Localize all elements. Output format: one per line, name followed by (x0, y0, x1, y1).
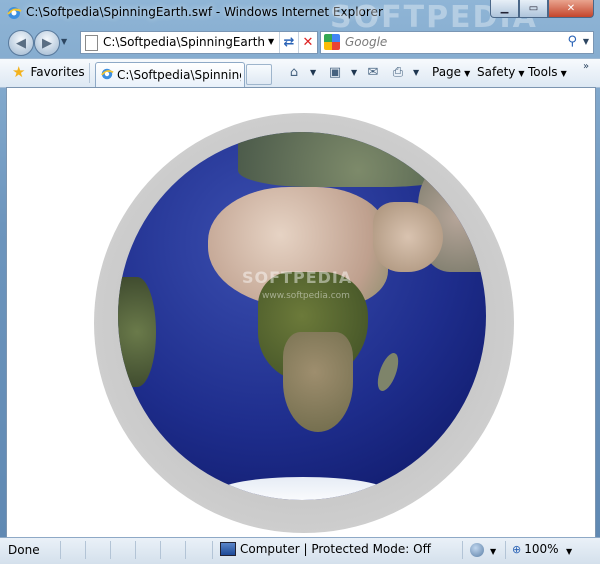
browser-window: C:\Softpedia\SpinningEarth.swf - Windows… (0, 0, 600, 564)
maximize-button[interactable]: ▭ (519, 0, 548, 18)
status-divider (135, 541, 136, 559)
page-menu[interactable]: Page ▼ (432, 65, 470, 79)
forward-button[interactable]: ▶ (34, 30, 60, 56)
feeds-icon[interactable]: ▣ (326, 63, 344, 81)
stop-icon: ✕ (302, 35, 314, 50)
zoom-dropdown-icon[interactable]: ▼ (566, 547, 572, 556)
back-arrow-icon: ◀ (16, 35, 26, 51)
ie-logo-icon (7, 7, 22, 19)
home-dropdown-icon[interactable]: ▼ (310, 68, 316, 77)
recent-pages-dropdown-icon[interactable]: ▼ (61, 37, 67, 46)
command-bar: ★ Favorites C:\Softpedia\SpinningE... ⌂ … (0, 58, 600, 88)
tab-label: C:\Softpedia\SpinningE... (117, 68, 241, 82)
zoom-magnifier-icon: ⊕ (512, 542, 522, 556)
navigation-bar: ◀ ▶ ▼ C:\Softpedia\SpinningEarth.swf ▼ ⇄… (0, 27, 600, 57)
south-america-landmass (118, 277, 156, 387)
status-divider (60, 541, 61, 559)
tools-menu-arrow-icon: ▼ (560, 69, 567, 78)
search-options-dropdown-icon[interactable]: ▼ (583, 37, 589, 46)
stop-button[interactable]: ✕ (298, 32, 317, 53)
zoom-level: 100% (524, 542, 559, 556)
tab-spinning-earth[interactable]: C:\Softpedia\SpinningE... (95, 62, 245, 87)
address-bar[interactable]: C:\Softpedia\SpinningEarth.swf ▼ ⇄ ✕ (80, 31, 318, 54)
forward-arrow-icon: ▶ (42, 35, 52, 51)
address-dropdown-icon[interactable]: ▼ (268, 37, 274, 46)
spinning-earth-animation[interactable] (118, 132, 486, 500)
status-divider (160, 541, 161, 559)
maximize-icon: ▭ (528, 3, 539, 14)
feeds-dropdown-icon[interactable]: ▼ (351, 68, 357, 77)
safety-menu-label: Safety (477, 65, 516, 79)
address-input[interactable]: C:\Softpedia\SpinningEarth.swf (103, 35, 265, 49)
close-icon: ✕ (566, 3, 576, 14)
page-menu-arrow-icon: ▼ (464, 69, 471, 78)
computer-icon (220, 542, 236, 556)
south-africa-landmass (283, 332, 353, 432)
madagascar-landmass (373, 350, 403, 394)
refresh-icon: ⇄ (283, 35, 295, 50)
security-zone-label: Computer | Protected Mode: Off (240, 542, 431, 556)
safety-menu[interactable]: Safety ▼ (477, 65, 525, 79)
close-button[interactable]: ✕ (548, 0, 594, 18)
status-divider (505, 541, 506, 559)
status-divider (110, 541, 111, 559)
refresh-button[interactable]: ⇄ (279, 32, 298, 53)
home-icon[interactable]: ⌂ (285, 63, 303, 81)
window-controls: ▁ ▭ ✕ (490, 0, 594, 18)
search-icon[interactable]: ⚲ (567, 34, 577, 49)
tools-menu[interactable]: Tools ▼ (528, 65, 567, 79)
status-divider (85, 541, 86, 559)
search-box[interactable]: Google ⚲ ▼ (320, 31, 594, 54)
antarctica-ice (218, 477, 388, 500)
status-divider (185, 541, 186, 559)
minimize-icon: ▁ (500, 3, 509, 14)
read-mail-icon[interactable]: ✉ (364, 63, 382, 81)
safety-menu-arrow-icon: ▼ (518, 69, 525, 78)
google-icon (324, 34, 340, 50)
status-divider (212, 541, 213, 559)
new-tab-button[interactable] (246, 64, 272, 85)
tools-menu-label: Tools (528, 65, 558, 79)
arabia-landmass (373, 202, 443, 272)
title-bar: C:\Softpedia\SpinningEarth.swf - Windows… (0, 0, 600, 35)
ie-tab-icon (101, 68, 114, 80)
print-icon[interactable]: ⎙ (389, 63, 407, 81)
content-watermark: SOFTPEDIA (242, 268, 353, 287)
page-content: SOFTPEDIA www.softpedia.com (6, 87, 596, 538)
content-watermark-url: www.softpedia.com (262, 291, 350, 301)
favorites-button[interactable]: ★ Favorites (6, 62, 91, 82)
security-zone[interactable]: Computer | Protected Mode: Off (220, 542, 431, 556)
page-menu-label: Page (432, 65, 462, 79)
globe-icon[interactable] (470, 543, 484, 557)
search-input[interactable]: Google (345, 35, 387, 49)
print-dropdown-icon[interactable]: ▼ (413, 68, 419, 77)
status-bar: Done Computer | Protected Mode: Off ▼ ⊕ … (0, 537, 600, 564)
back-button[interactable]: ◀ (8, 30, 34, 56)
zoom-control[interactable]: ⊕ 100% (512, 542, 559, 556)
page-document-icon (85, 35, 98, 51)
status-text: Done (8, 543, 40, 557)
minimize-button[interactable]: ▁ (490, 0, 519, 18)
status-divider (462, 541, 463, 559)
toolbar-overflow-chevron-icon[interactable]: » (583, 61, 589, 72)
favorites-star-icon: ★ (12, 63, 26, 81)
favorites-label: Favorites (30, 65, 85, 79)
divider (89, 63, 90, 83)
globe-dropdown-icon[interactable]: ▼ (490, 547, 496, 556)
